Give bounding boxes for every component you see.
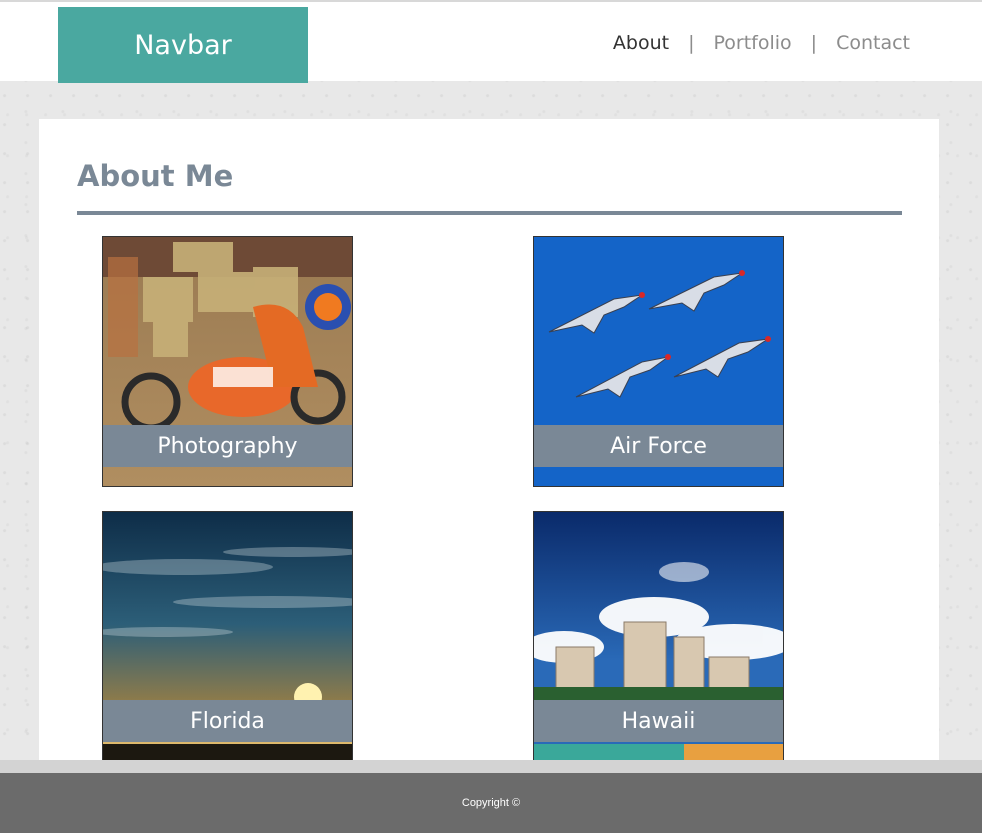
nav-separator: | [688, 31, 695, 54]
tile-photography[interactable]: Photography [102, 236, 353, 487]
page-title: About Me [77, 159, 234, 193]
top-navbar: Navbar About | Portfolio | Contact [0, 0, 982, 83]
tile-hawaii[interactable]: Hawaii [533, 511, 784, 762]
tile-florida[interactable]: Florida [102, 511, 353, 762]
about-card: About Me Photography Air Force Florida H… [39, 119, 939, 779]
tile-caption: Hawaii [534, 700, 783, 742]
nav-link-contact[interactable]: Contact [836, 32, 910, 54]
brand-logo[interactable]: Navbar [58, 7, 308, 83]
tile-caption: Florida [103, 700, 352, 742]
nav-link-portfolio[interactable]: Portfolio [714, 32, 792, 54]
nav-separator: | [810, 31, 818, 54]
tile-caption: Air Force [534, 425, 783, 467]
footer-divider [0, 760, 982, 773]
page-footer: Copyright © [0, 773, 982, 833]
nav-menu: About | Portfolio | Contact [613, 2, 910, 83]
tile-caption: Photography [103, 425, 352, 467]
nav-link-about[interactable]: About [613, 32, 669, 54]
tile-air-force[interactable]: Air Force [533, 236, 784, 487]
copyright-text: Copyright © [461, 797, 521, 809]
title-divider [77, 211, 902, 215]
